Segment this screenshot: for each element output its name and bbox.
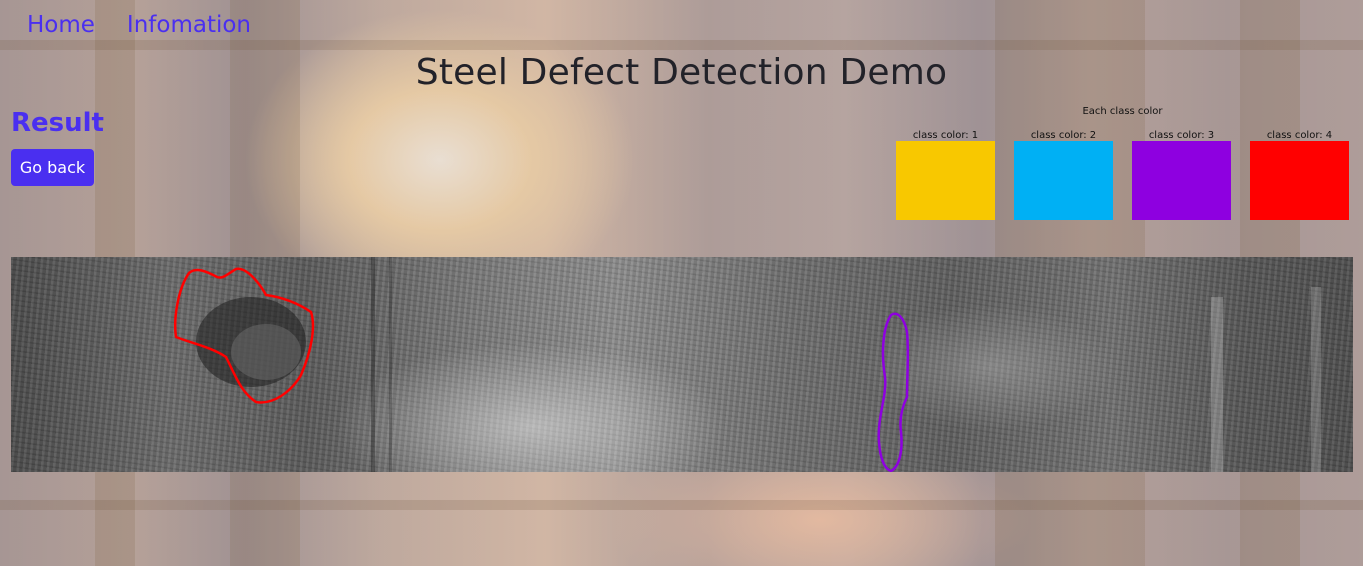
legend-row: class color: 1 class color: 2 class colo…	[890, 131, 1355, 220]
steel-defect-result-image	[11, 257, 1353, 472]
legend-label: class color: 3	[1148, 130, 1215, 141]
legend-title: Each class color	[1082, 106, 1163, 117]
background-decoration	[0, 500, 1363, 510]
legend-swatch-class-1	[896, 141, 995, 220]
go-back-button[interactable]: Go back	[11, 149, 94, 186]
surface-streak	[371, 257, 375, 472]
page-title: Steel Defect Detection Demo	[415, 52, 948, 93]
legend-swatch-class-4	[1250, 141, 1349, 220]
legend-item-class-2: class color: 2	[1014, 131, 1113, 220]
surface-streak	[1311, 287, 1321, 472]
legend-item-class-3: class color: 3	[1132, 131, 1231, 220]
defect-texture	[231, 324, 301, 380]
background-decoration	[0, 40, 1363, 50]
legend-label: class color: 1	[912, 130, 979, 141]
legend-swatch-class-2	[1014, 141, 1113, 220]
legend-swatch-class-3	[1132, 141, 1231, 220]
defect-contour-class-3	[877, 312, 910, 472]
nav-home-link[interactable]: Home	[27, 10, 95, 40]
legend-item-class-1: class color: 1	[896, 131, 995, 220]
result-heading: Result	[11, 108, 104, 138]
top-nav: Home Infomation	[27, 10, 251, 40]
legend-label: class color: 4	[1266, 130, 1333, 141]
legend-label: class color: 2	[1030, 130, 1097, 141]
defect-overlay	[174, 257, 1321, 472]
class-color-legend: Each class color class color: 1 class co…	[890, 106, 1355, 220]
legend-item-class-4: class color: 4	[1250, 131, 1349, 220]
nav-information-link[interactable]: Infomation	[127, 10, 251, 40]
surface-streak	[389, 257, 392, 472]
surface-streak	[1211, 297, 1223, 472]
